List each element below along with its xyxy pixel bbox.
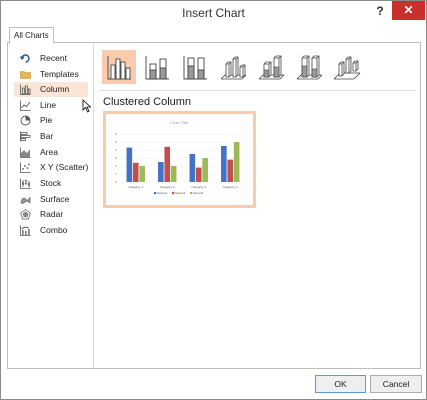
preview-bar: [126, 147, 133, 182]
sidebar-item-templates[interactable]: Templates: [14, 67, 88, 82]
bar-chart-icon: [20, 131, 31, 142]
preview-bar: [189, 154, 196, 182]
chart-preview-canvas: Chart Title 0 1 2 3 4 5 6 Category 1 Category 2 Ca…: [115, 120, 246, 195]
clustered-column-icon: [107, 56, 131, 80]
subtype-clustered-column[interactable]: [102, 50, 136, 84]
scatter-chart-icon: [20, 162, 31, 173]
preview-category-label: Category 2: [160, 185, 175, 189]
mouse-cursor-icon: [82, 99, 92, 113]
preview-bar: [132, 162, 139, 182]
preview-bar: [202, 158, 208, 182]
preview-bar: [139, 166, 145, 182]
preview-y-tick: 5: [115, 140, 117, 144]
cancel-button[interactable]: Cancel: [370, 375, 422, 393]
3d-clustered-column-icon: [220, 56, 247, 80]
sidebar-item-recent[interactable]: Recent: [14, 51, 88, 66]
pie-chart-icon: [20, 115, 31, 126]
preview-category-label: Category 3: [191, 185, 206, 189]
3d-100-stacked-column-icon: [296, 55, 323, 80]
preview-bar: [221, 146, 227, 182]
line-chart-icon: [20, 100, 31, 111]
preview-legend-swatch: [172, 192, 175, 195]
sidebar-item-line[interactable]: Line: [14, 98, 88, 113]
sidebar-item-label: Bar: [40, 131, 54, 141]
gallery-separator: [100, 90, 416, 91]
sidebar-item-label: Surface: [40, 194, 70, 204]
sidebar-item-label: Radar: [40, 209, 64, 219]
folder-icon: [20, 71, 31, 79]
chart-preview[interactable]: Chart Title 0 1 2 3 4 5 6 Category 1 Category 2 Ca…: [103, 111, 256, 208]
sidebar-item-label: Combo: [40, 225, 68, 235]
preview-category-label: Category 4: [223, 185, 238, 189]
sidebar-item-label: Stock: [40, 178, 62, 188]
preview-legend-swatch: [190, 192, 193, 195]
preview-category-label: Category 1: [128, 185, 143, 189]
chart-type-title: Clustered Column: [103, 96, 192, 108]
insert-chart-dialog: Insert Chart ? ✕ All Charts Recent Templ…: [0, 0, 427, 400]
3d-stacked-column-icon: [258, 55, 285, 80]
chart-type-sidebar: Recent Templates Column Line Pie Bar Are…: [8, 43, 94, 368]
subtype-stacked-column[interactable]: [140, 50, 174, 84]
preview-y-tick: 1: [115, 172, 117, 176]
subtype-3d-column[interactable]: [330, 50, 364, 84]
preview-y-tick: 6: [115, 132, 117, 136]
sidebar-item-combo[interactable]: Combo: [14, 223, 88, 238]
ok-button[interactable]: OK: [315, 375, 366, 393]
stacked-column-icon: [145, 56, 169, 80]
preview-chart-title: Chart Title: [170, 120, 189, 125]
preview-bar: [158, 162, 164, 182]
column-chart-icon: [20, 84, 31, 95]
sidebar-item-label: Templates: [40, 69, 79, 79]
preview-legend-label: Series2: [175, 191, 186, 195]
sidebar-item-label: X Y (Scatter): [40, 162, 89, 172]
sidebar-item-radar[interactable]: Radar: [14, 207, 88, 222]
surface-chart-icon: [20, 196, 31, 204]
tab-strip: All Charts: [7, 27, 420, 44]
preview-bar: [170, 166, 177, 182]
preview-bar: [233, 142, 240, 182]
preview-bar: [164, 146, 171, 182]
subtype-3d-100-stacked-column[interactable]: [292, 50, 326, 84]
dialog-title: Insert Chart: [182, 6, 245, 20]
preview-bar: [227, 159, 234, 182]
sidebar-item-pie[interactable]: Pie: [14, 113, 88, 128]
subtype-3d-stacked-column[interactable]: [254, 50, 288, 84]
100-stacked-column-icon: [183, 56, 207, 80]
preview-bar: [195, 167, 202, 182]
sidebar-item-scatter[interactable]: X Y (Scatter): [14, 160, 88, 175]
sidebar-item-label: Pie: [40, 115, 53, 125]
recent-icon: [20, 54, 30, 63]
preview-legend-swatch: [154, 192, 157, 195]
3d-column-icon: [333, 56, 361, 80]
sidebar-item-label: Area: [40, 147, 58, 157]
title-bar: Insert Chart ? ✕: [1, 1, 426, 24]
sidebar-item-label: Recent: [40, 53, 67, 63]
sidebar-item-bar[interactable]: Bar: [14, 129, 88, 144]
preview-legend-label: Series3: [193, 191, 204, 195]
preview-y-tick: 4: [115, 148, 117, 152]
chart-subtype-gallery: [100, 48, 420, 88]
preview-y-tick: 0: [115, 180, 117, 184]
subtype-100-stacked-column[interactable]: [178, 50, 212, 84]
stock-chart-icon: [20, 178, 31, 189]
sidebar-item-surface[interactable]: Surface: [14, 192, 88, 207]
sidebar-item-column[interactable]: Column: [14, 82, 88, 97]
preview-legend-label: Series1: [157, 191, 168, 195]
help-button[interactable]: ?: [372, 3, 388, 19]
preview-y-tick: 3: [115, 156, 117, 160]
area-chart-icon: [20, 147, 31, 158]
preview-y-tick: 2: [115, 164, 117, 168]
chart-panel: Recent Templates Column Line Pie Bar Are…: [7, 42, 421, 369]
combo-chart-icon: [20, 225, 31, 236]
radar-chart-icon: [20, 209, 31, 220]
sidebar-item-area[interactable]: Area: [14, 145, 88, 160]
sidebar-item-label: Column: [40, 84, 70, 94]
subtype-3d-clustered-column[interactable]: [216, 50, 250, 84]
tab-all-charts[interactable]: All Charts: [9, 27, 54, 44]
close-button[interactable]: ✕: [392, 1, 425, 20]
sidebar-item-label: Line: [40, 100, 57, 110]
sidebar-item-stock[interactable]: Stock: [14, 176, 88, 191]
